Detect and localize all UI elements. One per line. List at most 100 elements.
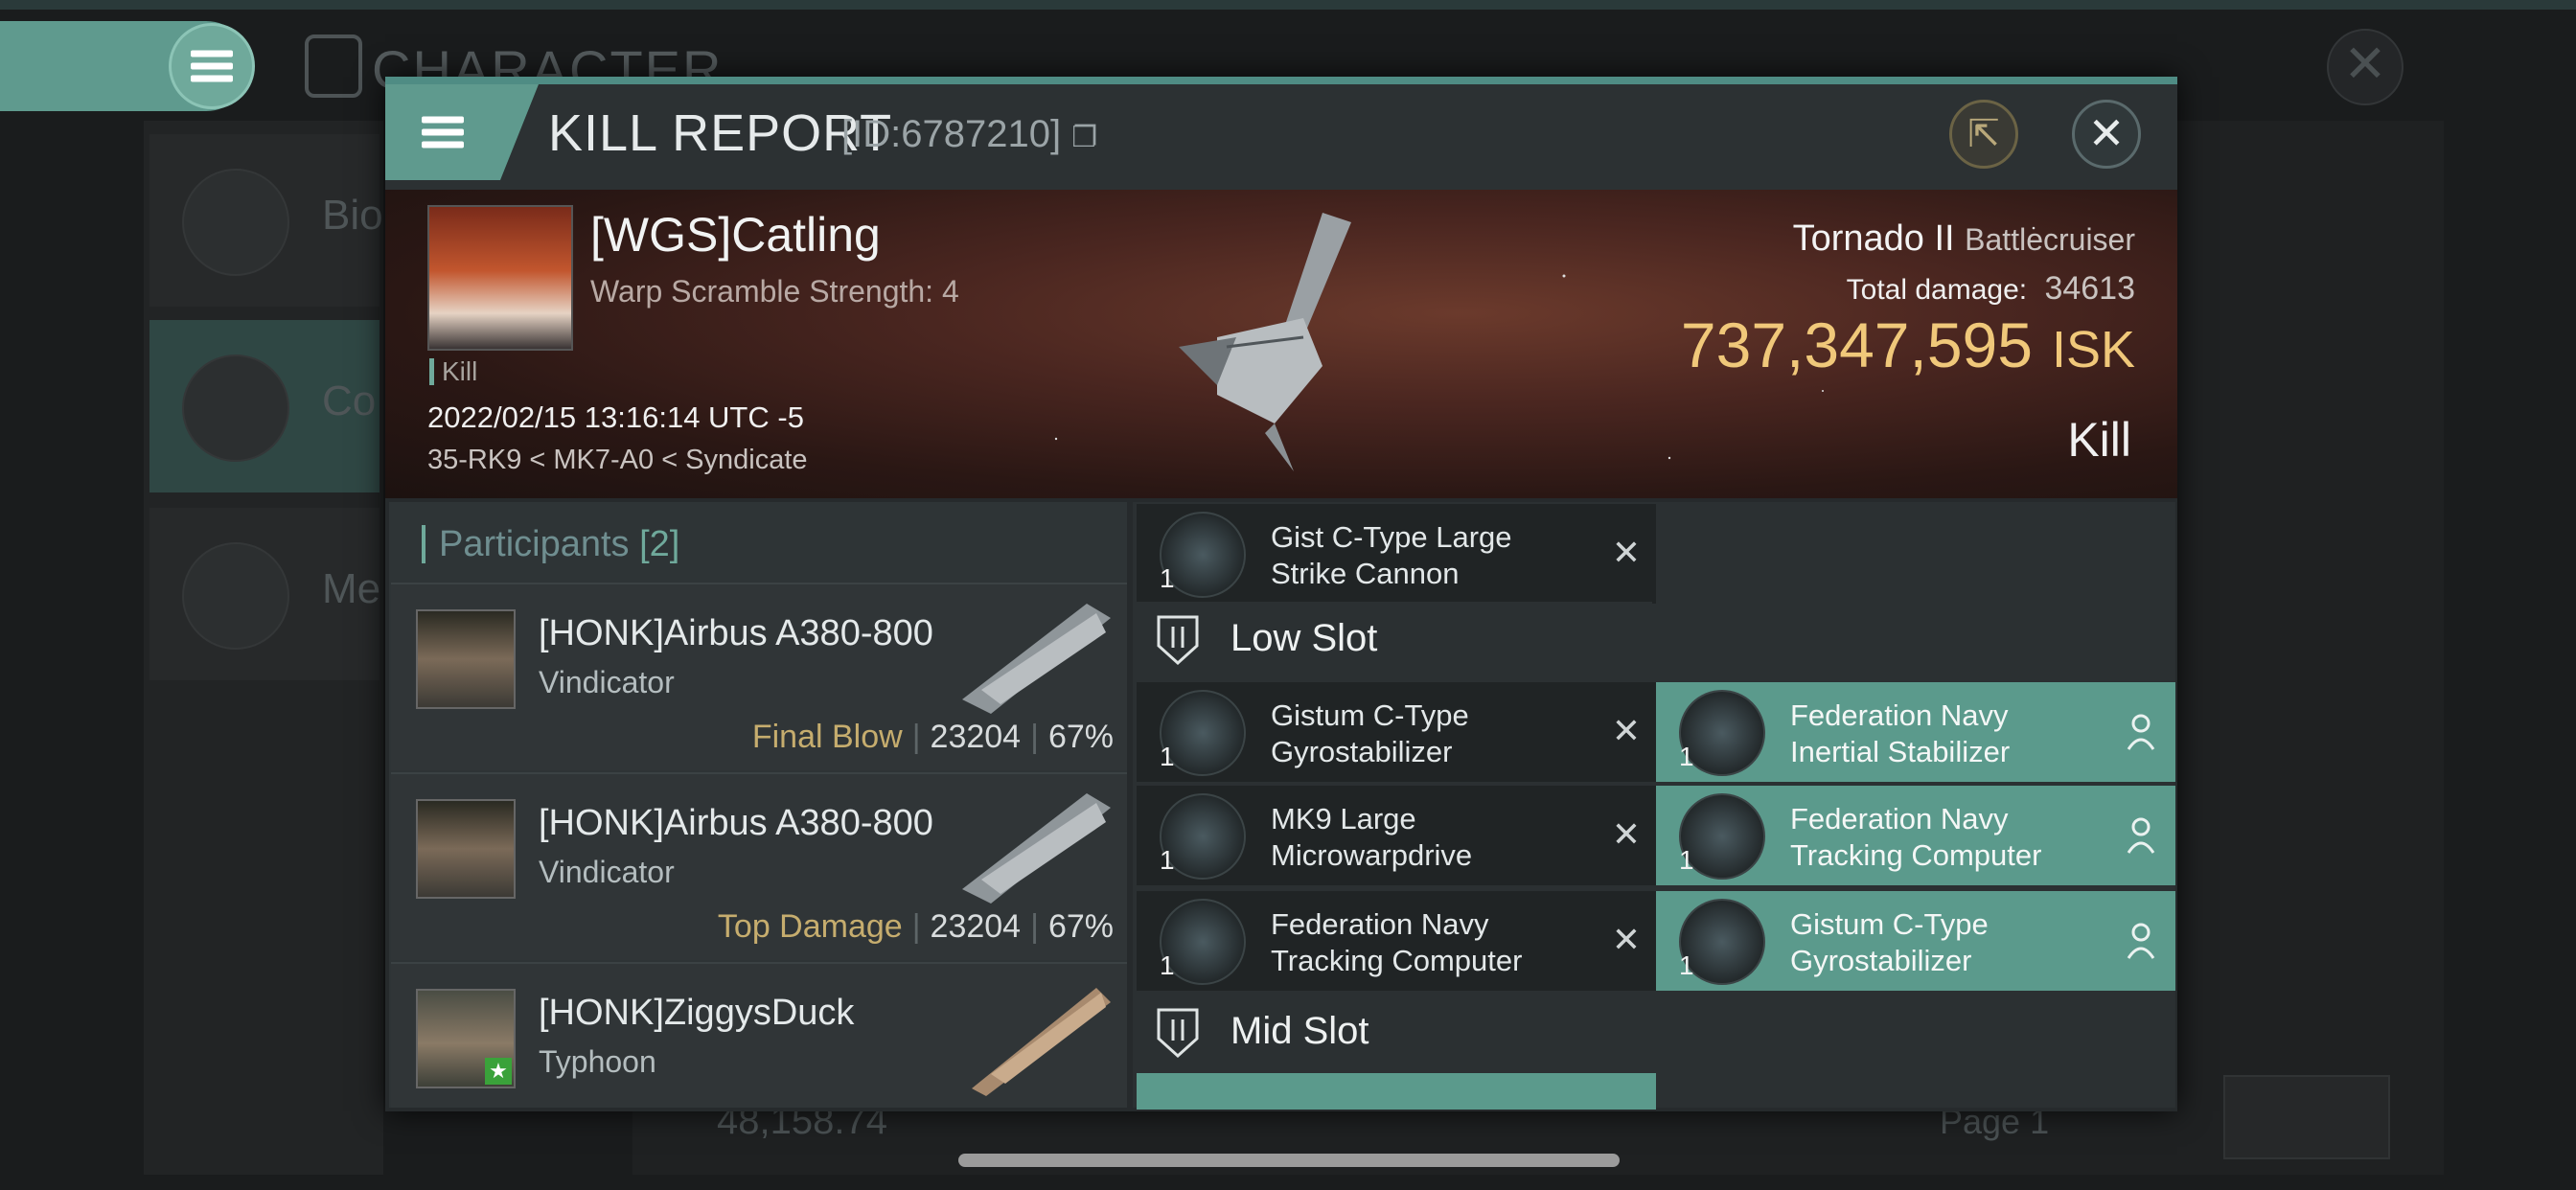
module-item[interactable]: 1 Gistum C-Type Gyrostabilizer [1656,891,2175,991]
modal-accent-line [385,77,2177,84]
module-qty: 1 [1679,742,1694,771]
participant-avatar [416,609,516,709]
share-button[interactable]: ⇱ [1949,100,2018,169]
ship-name: Tornado II Battlecruiser [1495,218,2135,260]
module-item-partial[interactable] [1137,1073,1656,1110]
star-badge-icon: ★ [485,1058,512,1085]
module-qty: 1 [1679,950,1694,980]
module-name: Federation Navy Tracking Computer [1790,802,2042,872]
kill-tag: Kill [429,358,477,385]
participants-count: [2] [639,524,680,564]
background-close-icon[interactable]: ✕ [2327,29,2404,105]
isk-amount: 737,347,595 [1680,309,2033,380]
participant-percent: 67% [1047,908,1114,945]
victim-portrait[interactable] [427,205,573,351]
total-damage-value: 34613 [2044,270,2135,307]
low-slot-icon [1157,615,1199,666]
character-icon [305,34,362,98]
participant-row[interactable]: ★ [HONK]ZiggysDuck Typhoon [391,962,1127,1108]
total-damage: Total damage: 34613 [1495,270,2135,308]
mid-slot-label: Mid Slot [1230,1010,1369,1052]
close-icon: ✕ [2087,108,2126,158]
kill-timestamp: 2022/02/15 13:16:14 UTC -5 [427,400,804,434]
warp-scramble-strength: Warp Scramble Strength: 4 [590,274,959,309]
close-button[interactable]: ✕ [2072,100,2141,169]
sidebar-item-label: Bio [322,192,383,239]
vindicator-ship-icon [962,604,1111,714]
module-item[interactable]: 1 Federation Navy Tracking Computer [1656,786,2175,885]
module-qty: 1 [1160,742,1175,771]
sidebar-item-label: Co [322,378,377,424]
participant-ship: Vindicator [539,665,675,699]
ship-name-text: Tornado II [1792,218,1955,259]
star-icon [182,542,289,650]
participant-row[interactable]: [HONK]Airbus A380-800 Vindicator Final B… [391,583,1127,770]
module-name: Gistum C-Type Gyrostabilizer [1271,698,1469,768]
module-item[interactable]: 1 MK9 Large Microwarpdrive ✕ [1137,786,1656,885]
isk-value: 737,347,595 ISK [1438,309,2135,381]
low-slot-label: Low Slot [1230,617,1378,659]
vindicator-ship-icon [962,793,1111,904]
copy-icon[interactable]: ❐ [1071,122,1097,153]
crossed-swords-icon [182,355,289,462]
module-item[interactable]: 1 Federation Navy Tracking Computer ✕ [1137,891,1656,991]
participant-name: [HONK]ZiggysDuck [539,993,855,1033]
module-qty: 1 [1160,950,1175,980]
menu-icon [422,111,464,154]
top-damage-tag: Top Damage [717,908,903,945]
dropped-person-icon [2127,714,2155,750]
mid-slot-icon [1157,1008,1199,1059]
participant-damage: 23204 [930,908,1022,945]
module-name: Federation Navy Inertial Stabilizer [1790,698,2011,768]
kill-location: 35-RK9 < MK7-A0 < Syndicate [427,445,808,475]
bio-icon [182,169,289,276]
participant-row[interactable]: [HONK]Airbus A380-800 Vindicator Top Dam… [391,772,1127,960]
module-name: Federation Navy Tracking Computer [1271,907,1523,977]
destroyed-icon: ✕ [1611,711,1641,750]
module-item[interactable]: 1 Gist C-Type Large Strike Cannon ✕ [1137,504,1656,604]
dropped-person-icon [2127,923,2155,959]
destroyed-icon: ✕ [1611,814,1641,854]
participant-stats: Top Damage | 23204 | 67% [717,908,1114,945]
external-link-icon: ⇱ [1967,113,2000,155]
participant-avatar [416,799,516,899]
module-qty: 1 [1160,563,1175,593]
participant-percent: 67% [1047,719,1114,755]
destroyed-icon: ✕ [1611,533,1641,572]
participant-name: [HONK]Airbus A380-800 [539,613,933,653]
low-slot-header: Low Slot [1133,602,1652,680]
sidebar-item-medals[interactable]: Me [150,508,380,680]
sidebar-item-label: Me [322,565,381,612]
module-name: MK9 Large Microwarpdrive [1271,802,1473,872]
victim-name[interactable]: [WGS]Catling [590,207,881,263]
module-item[interactable]: 1 Gistum C-Type Gyrostabilizer ✕ [1137,682,1656,782]
participant-ship: Typhoon [539,1044,656,1079]
background-menu-button[interactable] [169,23,255,109]
module-item[interactable]: 1 Federation Navy Inertial Stabilizer [1656,682,2175,782]
participant-stats: Final Blow | 23204 | 67% [751,719,1114,755]
kill-id-text: [ID:6787210] [841,113,1062,155]
kill-report-id[interactable]: [ID:6787210] ❐ [841,113,1097,156]
participants-header: Participants [2] [422,525,679,563]
filter-button[interactable] [2223,1075,2390,1159]
module-qty: 1 [1160,845,1175,875]
participant-damage: 23204 [930,719,1022,755]
module-qty: 1 [1679,845,1694,875]
participant-avatar: ★ [416,989,516,1088]
destroyed-icon: ✕ [1611,920,1641,959]
home-indicator [958,1154,1620,1167]
top-status-strip [0,0,2576,10]
participant-ship: Vindicator [539,855,675,889]
typhoon-ship-icon [972,988,1111,1096]
menu-icon [191,45,233,88]
isk-unit: ISK [2051,321,2135,378]
kill-result: Kill [2067,413,2131,467]
dropped-person-icon [2127,817,2155,854]
sidebar-item-combat[interactable]: Co [150,320,380,492]
victim-ship-icon [1179,213,1351,471]
ship-class: Battlecruiser [1965,222,2135,257]
module-name: Gistum C-Type Gyrostabilizer [1790,907,1989,977]
total-damage-label: Total damage: [1846,274,2028,306]
sidebar-item-bio[interactable]: Bio [150,134,383,307]
participant-name: [HONK]Airbus A380-800 [539,803,933,843]
